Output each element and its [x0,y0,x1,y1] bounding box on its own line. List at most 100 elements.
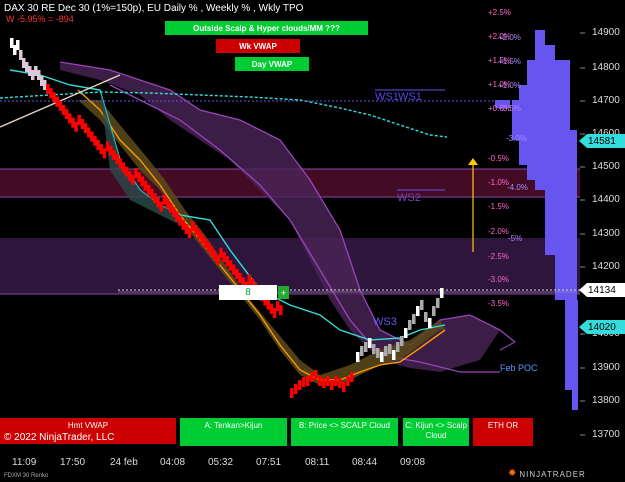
bull-brick [40,76,44,86]
bear-brick [175,211,179,222]
up-arrow-head [468,158,478,165]
price-axis-label: 14700 [592,95,620,106]
bear-brick [149,189,154,199]
bear-brick [326,376,330,386]
pct-label-right: +0.5% [498,104,521,113]
pct-label: -2.5% [488,252,509,261]
bear-brick [121,162,126,173]
bear-brick [52,92,56,103]
time-axis-label: 17:50 [60,457,86,468]
bear-brick [322,378,326,388]
pct-label-right: +1.0% [498,81,521,90]
bear-brick [238,273,242,283]
bull-brick [31,70,35,80]
bear-brick [298,380,302,390]
price-axis-label: 14800 [592,62,620,73]
pct-label: -0.5% [488,154,509,163]
price-scalp-button[interactable]: B: Price <> SCALP Cloud [291,418,398,446]
pct-label: -3.5% [488,299,509,308]
bear-brick [219,247,223,258]
bull-brick [384,346,388,356]
time-axis-label: 24 feb [110,457,138,468]
bear-brick [64,109,69,120]
bear-brick [46,84,50,94]
bear-brick [206,242,211,253]
clouds-toggle-button[interactable]: Outside Scalp & Hyper clouds/MM ??? [165,21,368,35]
bear-brick [96,140,100,150]
bear-brick [346,376,350,386]
bear-brick [314,370,318,380]
bull-brick [416,306,420,316]
bear-brick [131,175,135,185]
bear-brick [225,256,230,267]
pct-label: -1.0% [488,178,509,187]
bear-brick [279,305,283,316]
bear-brick [165,198,170,209]
price-axis-label: 14200 [592,261,620,272]
bear-brick [306,376,310,386]
bear-brick [127,170,132,181]
bear-brick [49,88,53,99]
bull-brick [436,298,440,308]
bull-brick [432,306,436,316]
bear-brick [146,184,151,195]
bear-brick [275,301,280,311]
bear-brick [162,194,167,205]
bull-brick [22,58,26,68]
bear-brick [159,201,163,212]
bear-brick [334,376,338,386]
bear-brick [294,384,298,394]
bull-brick [364,342,368,352]
price-axis-label: 14900 [592,27,620,38]
bear-brick [216,254,220,265]
pct-label: +2.5% [488,8,511,17]
bear-brick [212,250,217,261]
price-axis-label: 14400 [592,194,620,205]
bear-brick [190,221,195,232]
price-axis-label: 13800 [592,395,620,406]
ws1-echo-label: WS1 [398,91,422,103]
bull-brick [37,70,41,80]
ninjatrader-star-icon: ✹ [508,468,517,479]
bull-brick [28,66,32,76]
bear-brick [118,158,122,169]
bear-brick [71,117,75,128]
pct-label-right: +1.5% [498,57,521,66]
bear-brick [86,127,91,138]
bear-brick [77,114,81,125]
bull-brick [10,38,14,48]
price-axis-label: 14500 [592,161,620,172]
bull-brick [13,45,17,55]
bear-brick [222,252,226,262]
wk-vwap-button[interactable]: Wk VWAP [216,39,300,53]
bear-brick [124,166,129,177]
bear-brick [203,238,207,248]
kijun-scalp-button[interactable]: C: Kijun <> Scalp Cloud [403,418,469,446]
bull-brick [392,350,396,360]
quantity-input[interactable]: 8 [219,285,277,300]
bull-brick [34,66,38,76]
bear-brick [290,388,294,398]
bear-brick [137,172,141,183]
time-axis-label: 09:08 [400,457,426,468]
bear-brick [266,299,270,310]
time-axis-label: 08:44 [352,457,378,468]
time-axis-label: 07:51 [256,457,282,468]
bear-brick [209,246,214,257]
bear-brick [181,219,185,230]
submit-order-button[interactable]: + [278,286,289,299]
bull-brick [396,342,400,352]
bull-brick [412,314,416,324]
tenkan-kijun-button[interactable]: A: Tenkan>Kijun [180,418,287,446]
day-vwap-button[interactable]: Day VWAP [235,57,309,71]
ninjatrader-logo: ✹ NINJATRADER [508,469,586,479]
price-chart[interactable] [0,0,625,482]
bull-brick [372,344,376,354]
eth-or-button[interactable]: ETH OR [473,418,533,446]
bear-brick [178,215,182,226]
bull-brick [388,344,392,354]
bull-brick [440,288,444,298]
bear-brick [172,207,176,218]
feb-poc-label: Feb POC [500,363,538,373]
brand-text: NINJATRADER [519,469,586,479]
